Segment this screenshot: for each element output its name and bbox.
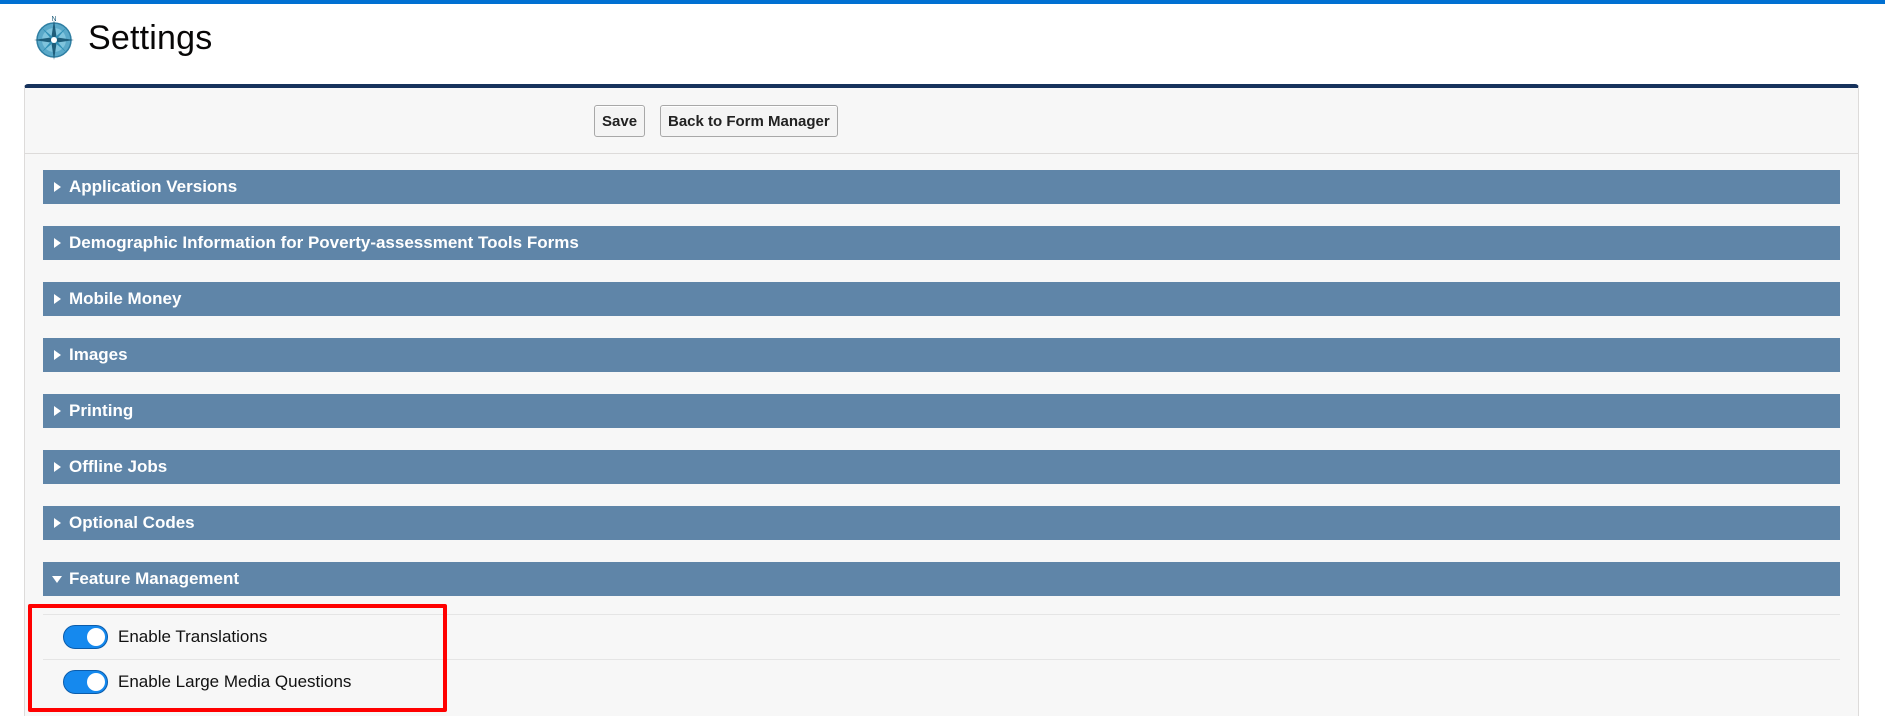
svg-text:N: N [51,16,56,23]
section-label: Demographic Information for Poverty-asse… [69,233,579,252]
section-demographic-information[interactable]: Demographic Information for Poverty-asse… [43,226,1840,260]
section-printing[interactable]: Printing [43,394,1840,428]
section-application-versions[interactable]: Application Versions [43,170,1840,204]
expand-triangle-icon [43,282,65,316]
toggle-label: Enable Large Media Questions [118,672,352,691]
expand-triangle-icon [43,506,65,540]
enable-translations-toggle[interactable] [63,625,108,649]
section-label: Optional Codes [69,513,195,532]
settings-panel: Save Back to Form Manager Application Ve… [24,84,1859,716]
section-label: Images [69,345,128,364]
feature-row-large-media: Enable Large Media Questions [43,659,1840,704]
page-header: N Settings [30,12,212,64]
page-title: Settings [88,18,213,57]
expand-triangle-icon [43,450,65,484]
section-label: Feature Management [69,569,240,588]
section-images[interactable]: Images [43,338,1840,372]
expand-triangle-icon [43,394,65,428]
section-label: Offline Jobs [69,457,168,476]
expand-triangle-icon [43,170,65,204]
expand-triangle-icon [43,226,65,260]
section-offline-jobs[interactable]: Offline Jobs [43,450,1840,484]
compass-icon: N [34,16,74,60]
collapse-triangle-icon [43,562,65,596]
expand-triangle-icon [43,338,65,372]
section-label: Printing [69,401,134,420]
back-to-form-manager-button[interactable]: Back to Form Manager [660,105,838,137]
section-label: Mobile Money [69,289,182,308]
toolbar: Save Back to Form Manager [25,88,1858,154]
toggle-label: Enable Translations [118,627,268,646]
enable-large-media-questions-toggle[interactable] [63,670,108,694]
section-optional-codes[interactable]: Optional Codes [43,506,1840,540]
feature-row-translations: Enable Translations [43,614,1840,659]
section-label: Application Versions [69,177,238,196]
feature-management-content: Enable Translations Enable Large Media Q… [43,614,1840,704]
save-button[interactable]: Save [594,105,646,137]
top-accent-bar [0,0,1885,4]
section-mobile-money[interactable]: Mobile Money [43,282,1840,316]
section-feature-management[interactable]: Feature Management [43,562,1840,596]
